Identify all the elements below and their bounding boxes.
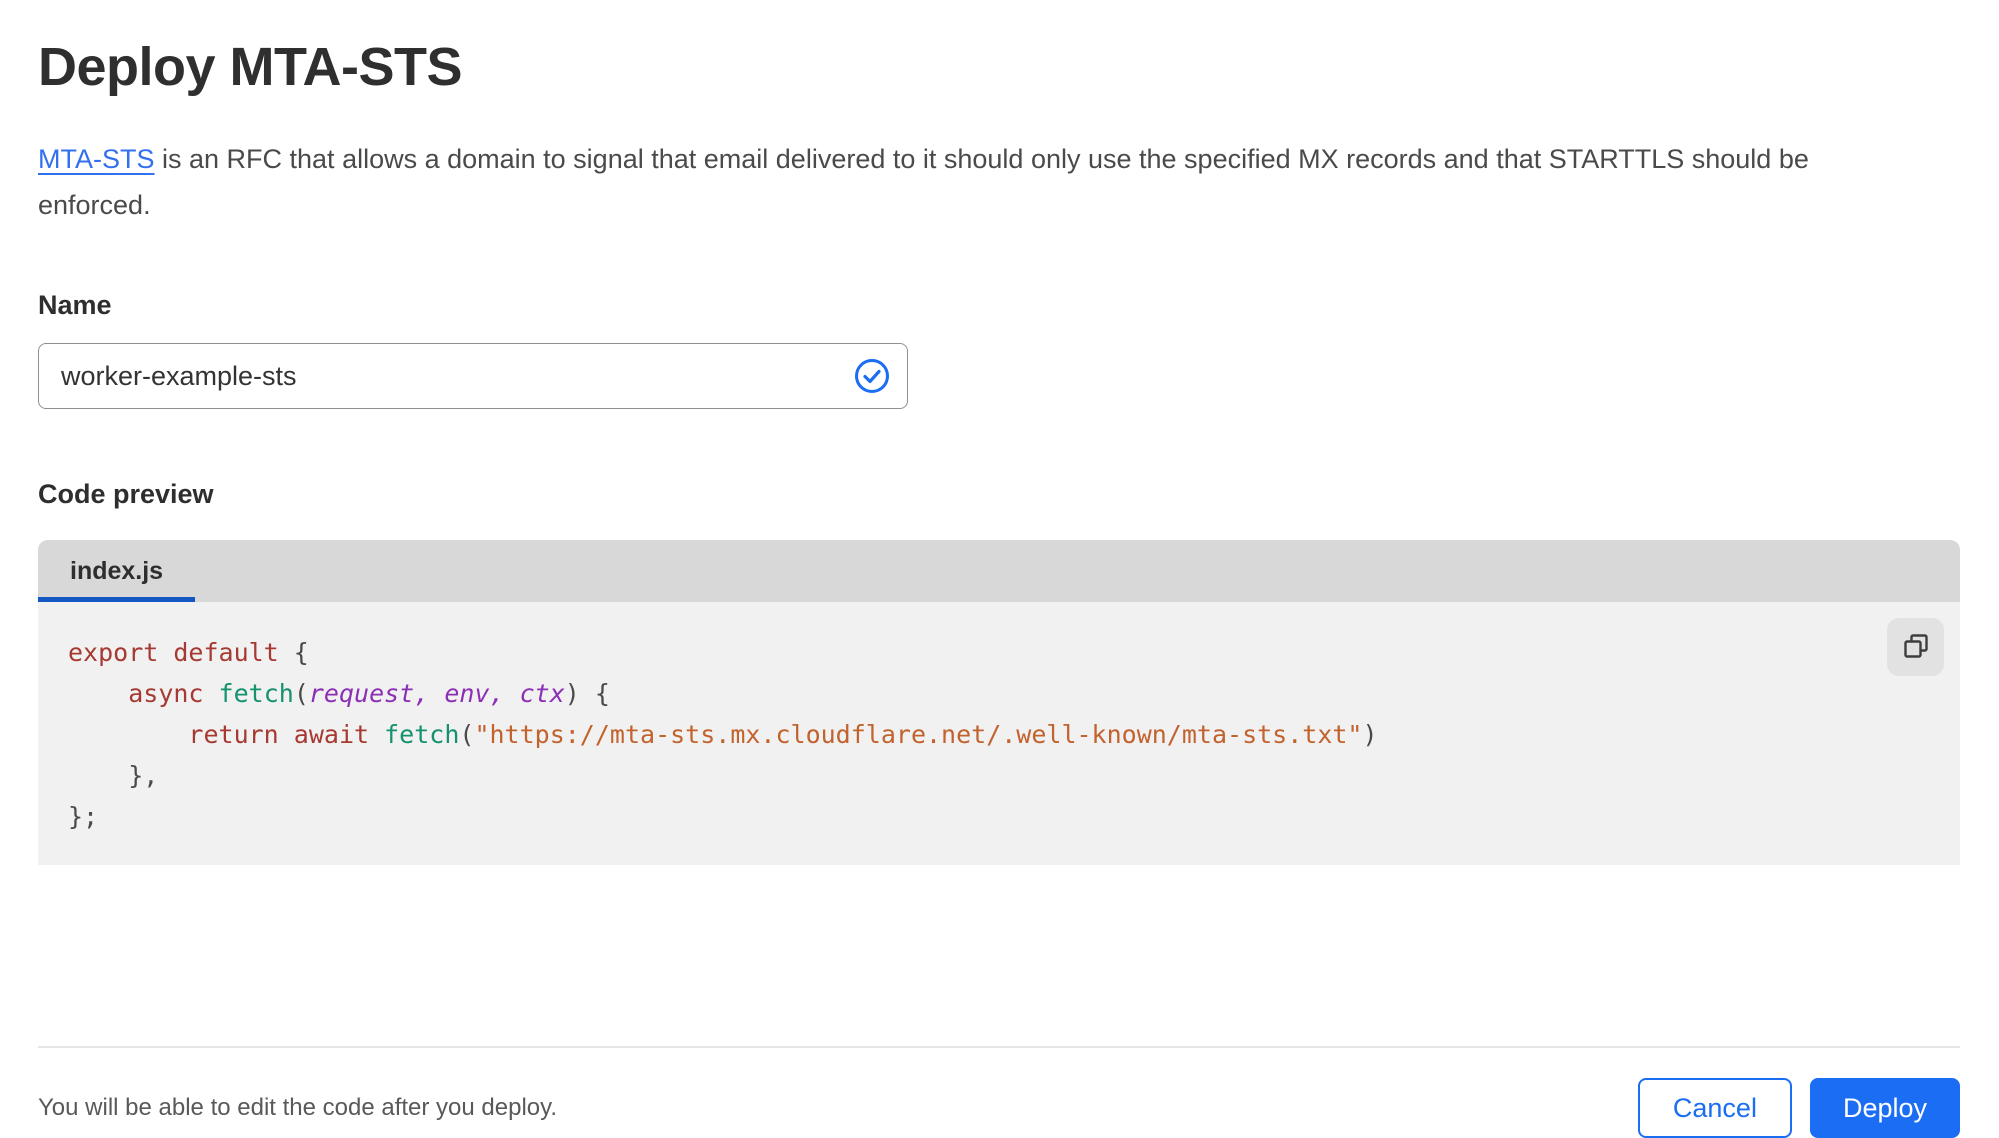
code-line: async fetch(request, env, ctx) {	[128, 679, 610, 708]
code-line: return await fetch("https://mta-sts.mx.c…	[188, 720, 1378, 749]
copy-icon	[1901, 631, 1931, 664]
deploy-mta-sts-page: Deploy MTA-STS MTA-STS is an RFC that al…	[0, 0, 1999, 1138]
check-circle-icon	[854, 358, 890, 394]
mta-sts-link[interactable]: MTA-STS	[38, 144, 155, 174]
name-input-wrap	[38, 343, 908, 409]
code-editor: export default { async fetch(request, en…	[38, 602, 1960, 865]
code-tabbar: index.js	[38, 540, 1960, 602]
footer-bar: You will be able to edit the code after …	[38, 1046, 1960, 1138]
deploy-button[interactable]: Deploy	[1809, 1078, 1960, 1138]
code-content: export default { async fetch(request, en…	[68, 632, 1840, 837]
worker-name-input[interactable]	[38, 343, 908, 409]
page-description: MTA-STS is an RFC that allows a domain t…	[38, 136, 1918, 228]
code-preview-block: index.js export default { async fetch(re…	[38, 540, 1960, 865]
tab-index-js[interactable]: index.js	[38, 540, 196, 602]
code-line: };	[68, 802, 99, 831]
tab-label: index.js	[70, 556, 164, 585]
code-line: },	[128, 761, 159, 790]
page-title: Deploy MTA-STS	[38, 37, 463, 97]
footer-actions: Cancel Deploy	[1637, 1078, 1960, 1138]
code-preview-label: Code preview	[38, 479, 214, 509]
name-field-label: Name	[38, 290, 112, 320]
code-line: export default {	[68, 638, 309, 667]
cancel-button[interactable]: Cancel	[1637, 1078, 1792, 1138]
footer-note: You will be able to edit the code after …	[38, 1094, 558, 1121]
description-text: is an RFC that allows a domain to signal…	[38, 144, 1809, 220]
copy-code-button[interactable]	[1887, 618, 1944, 676]
